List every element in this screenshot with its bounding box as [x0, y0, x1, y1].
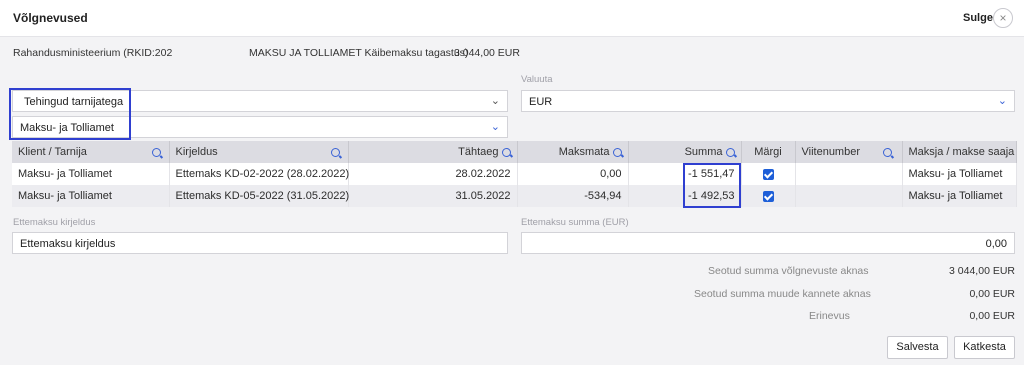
- currency-value: EUR: [529, 96, 553, 108]
- cell-due: 31.05.2022: [348, 185, 518, 207]
- col-description[interactable]: Kirjeldus: [169, 141, 349, 163]
- cell-client: Maksu- ja Tolliamet: [12, 185, 170, 207]
- cell-payer: Maksu- ja Tolliamet: [902, 163, 1017, 185]
- info-amount: 3 044,00 EUR: [454, 47, 520, 59]
- dialog-title: Võlgnevused: [13, 11, 88, 25]
- search-icon[interactable]: [330, 148, 340, 157]
- table-row[interactable]: Maksu- ja Tolliamet Ettemaks KD-02-2022 …: [12, 163, 1017, 185]
- cell-due: 28.02.2022: [348, 163, 518, 185]
- cell-reference[interactable]: [795, 163, 903, 185]
- cell-description: Ettemaks KD-05-2022 (31.05.2022): [169, 185, 349, 207]
- summary-label-debts: Seotud summa võlgnevuste aknas: [708, 265, 869, 277]
- dialog-header: Võlgnevused Sulge ×: [0, 0, 1024, 37]
- search-icon[interactable]: [882, 148, 892, 157]
- highlight-box-sum: [683, 163, 741, 208]
- debts-table: Klient / Tarnija Kirjeldus Tähtaeg Maksm…: [12, 141, 1017, 207]
- col-due[interactable]: Tähtaeg: [348, 141, 518, 163]
- chevron-down-icon: ⌄: [490, 95, 500, 107]
- col-client[interactable]: Klient / Tarnija: [12, 141, 170, 163]
- col-sum[interactable]: Summa: [628, 141, 742, 163]
- col-mark[interactable]: Märgi: [741, 141, 796, 163]
- summary-value-other: 0,00 EUR: [969, 288, 1015, 300]
- col-reference[interactable]: Viitenumber: [795, 141, 903, 163]
- cell-mark[interactable]: [741, 185, 796, 207]
- cell-reference[interactable]: [795, 185, 903, 207]
- highlight-box-partner: [9, 88, 131, 140]
- chevron-down-icon: ⌄: [997, 95, 1007, 107]
- search-icon[interactable]: [612, 147, 622, 157]
- search-icon[interactable]: [501, 147, 511, 157]
- prepayment-desc-input[interactable]: Ettemaksu kirjeldus: [12, 232, 508, 254]
- close-label[interactable]: Sulge: [963, 12, 993, 24]
- save-button[interactable]: Salvesta: [887, 336, 948, 359]
- cell-unpaid: 0,00: [517, 163, 629, 185]
- cancel-button[interactable]: Katkesta: [954, 336, 1015, 359]
- cell-payer: Maksu- ja Tolliamet: [902, 185, 1017, 207]
- col-unpaid[interactable]: Maksmata: [517, 141, 629, 163]
- cell-client: Maksu- ja Tolliamet: [12, 163, 170, 185]
- summary-value-difference: 0,00 EUR: [969, 310, 1015, 322]
- search-icon[interactable]: [151, 148, 161, 157]
- checkbox-checked[interactable]: [762, 190, 774, 202]
- col-payer[interactable]: Maksja / makse saaja: [902, 141, 1017, 163]
- prepayment-sum-input[interactable]: 0,00: [521, 232, 1015, 254]
- summary-value-debts: 3 044,00 EUR: [949, 265, 1015, 277]
- currency-label: Valuuta: [521, 74, 553, 85]
- checkbox-checked[interactable]: [762, 168, 774, 180]
- currency-select[interactable]: EUR ⌄: [521, 90, 1015, 112]
- close-icon[interactable]: ×: [993, 8, 1013, 28]
- summary-label-other: Seotud summa muude kannete aknas: [694, 288, 871, 300]
- cell-description: Ettemaks KD-02-2022 (28.02.2022): [169, 163, 349, 185]
- chevron-down-icon: ⌄: [490, 121, 500, 133]
- cell-mark[interactable]: [741, 163, 796, 185]
- info-description: MAKSU JA TOLLIAMET Käibemaksu tagastus): [249, 47, 469, 59]
- prepayment-desc-label: Ettemaksu kirjeldus: [13, 217, 96, 228]
- summary-label-difference: Erinevus: [809, 310, 850, 322]
- cell-unpaid: -534,94: [517, 185, 629, 207]
- prepayment-sum-label: Ettemaksu summa (EUR): [521, 217, 629, 228]
- info-party: Rahandusministeerium (RKID:202: [13, 47, 173, 59]
- search-icon[interactable]: [725, 147, 735, 157]
- table-row[interactable]: Maksu- ja Tolliamet Ettemaks KD-05-2022 …: [12, 185, 1017, 207]
- table-header-row: Klient / Tarnija Kirjeldus Tähtaeg Maksm…: [12, 141, 1017, 163]
